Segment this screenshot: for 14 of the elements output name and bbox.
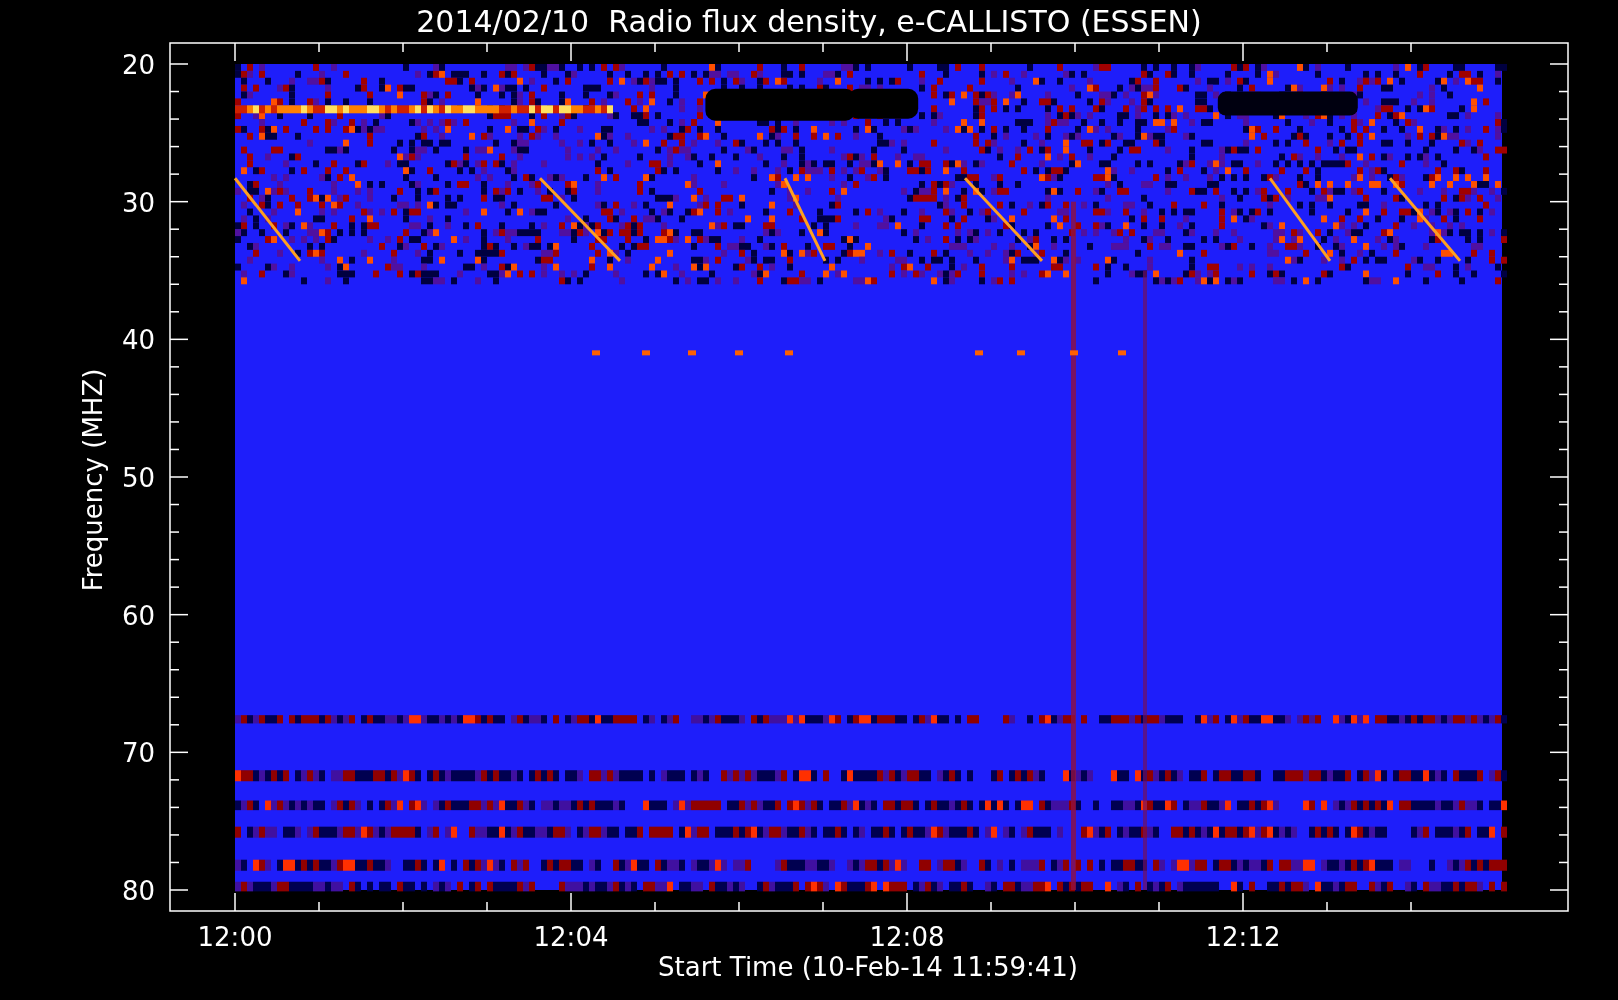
- y-tick-label: 50: [121, 463, 155, 493]
- y-tick-label: 30: [121, 187, 155, 218]
- y-tick-label: 60: [121, 600, 155, 631]
- y-tick-label: 20: [121, 50, 155, 80]
- y-axis-label: Frequency (MHZ): [78, 368, 108, 592]
- chart-title: 2014/02/10 Radio flux density, e-CALLISTO (ESSEN): [416, 4, 1202, 39]
- y-tick-label: 80: [121, 876, 155, 906]
- x-tick-label: 12:12: [1205, 922, 1281, 952]
- x-tick-label: 12:04: [533, 922, 609, 952]
- y-tick-label: 40: [121, 325, 155, 356]
- x-axis-label: Start Time (10-Feb-14 11:59:41): [658, 952, 1078, 982]
- x-tick-label: 12:08: [869, 922, 945, 952]
- y-tick-label: 70: [121, 738, 155, 769]
- x-tick-label: 12:00: [197, 922, 273, 952]
